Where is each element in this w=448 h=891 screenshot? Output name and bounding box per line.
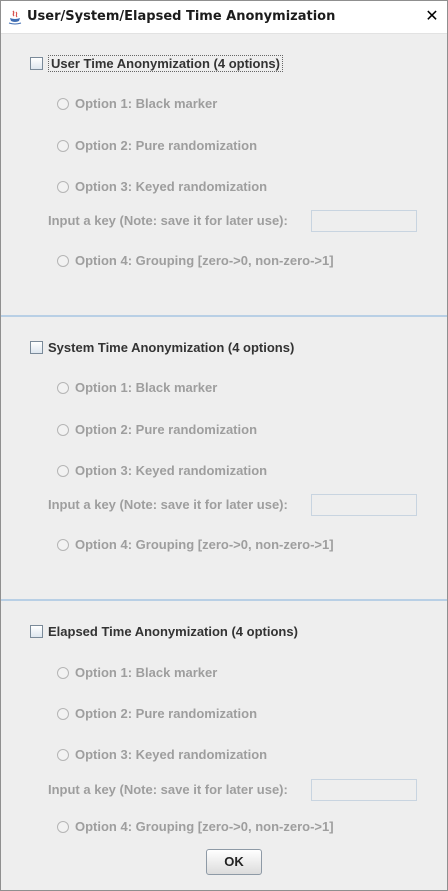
elapsed-key-row: Input a key (Note: save it for later use… [48,782,288,797]
title-bar[interactable]: User/System/Elapsed Time Anonymization ✕ [1,1,447,34]
system-option-2[interactable]: Option 2: Pure randomization [57,422,257,437]
radio-icon[interactable] [57,381,69,394]
section-divider [1,599,447,601]
elapsed-option-3[interactable]: Option 3: Keyed randomization [57,747,267,762]
system-option-4[interactable]: Option 4: Grouping [zero->0, non-zero->1… [57,537,334,552]
radio-label: Option 1: Black marker [75,380,218,395]
radio-label: Option 4: Grouping [zero->0, non-zero->1… [75,253,334,268]
radio-icon[interactable] [57,538,69,551]
radio-label: Option 2: Pure randomization [75,706,258,721]
system-key-label: Input a key (Note: save it for later use… [48,497,288,512]
radio-icon[interactable] [57,180,69,193]
system-time-checkbox-label: System Time Anonymization (4 options) [48,340,295,355]
elapsed-option-2[interactable]: Option 2: Pure randomization [57,706,257,721]
user-key-input[interactable] [311,210,417,232]
elapsed-option-1[interactable]: Option 1: Black marker [57,665,217,680]
radio-icon[interactable] [57,666,69,679]
window-title: User/System/Elapsed Time Anonymization [27,9,336,24]
radio-label: Option 4: Grouping [zero->0, non-zero->1… [75,537,334,552]
user-option-2[interactable]: Option 2: Pure randomization [57,138,257,153]
radio-icon[interactable] [57,97,69,110]
user-option-3[interactable]: Option 3: Keyed randomization [57,179,267,194]
radio-label: Option 2: Pure randomization [75,422,258,437]
radio-label: Option 3: Keyed randomization [75,179,268,194]
radio-label: Option 1: Black marker [75,96,218,111]
radio-label: Option 3: Keyed randomization [75,747,268,762]
ok-button[interactable]: OK [206,849,262,875]
user-time-checkbox[interactable] [30,57,43,70]
elapsed-time-checkbox[interactable] [30,625,43,638]
elapsed-time-checkbox-row[interactable]: Elapsed Time Anonymization (4 options) [30,624,298,639]
user-key-row: Input a key (Note: save it for later use… [48,213,288,228]
system-time-checkbox-row[interactable]: System Time Anonymization (4 options) [30,340,294,355]
user-time-checkbox-label: User Time Anonymization (4 options) [48,55,283,72]
elapsed-option-4[interactable]: Option 4: Grouping [zero->0, non-zero->1… [57,819,334,834]
radio-icon[interactable] [57,423,69,436]
radio-icon[interactable] [57,707,69,720]
system-time-checkbox[interactable] [30,341,43,354]
radio-label: Option 1: Black marker [75,665,218,680]
elapsed-key-input[interactable] [311,779,417,801]
section-divider [1,315,447,317]
radio-icon[interactable] [57,254,69,267]
user-option-1[interactable]: Option 1: Black marker [57,96,217,111]
close-icon: ✕ [425,6,439,25]
radio-label: Option 3: Keyed randomization [75,463,268,478]
user-time-checkbox-row[interactable]: User Time Anonymization (4 options) [30,55,283,72]
radio-icon[interactable] [57,139,69,152]
close-button[interactable]: ✕ [423,7,441,25]
elapsed-key-label: Input a key (Note: save it for later use… [48,782,288,797]
elapsed-time-checkbox-label: Elapsed Time Anonymization (4 options) [48,624,298,639]
radio-label: Option 2: Pure randomization [75,138,258,153]
radio-icon[interactable] [57,464,69,477]
radio-label: Option 4: Grouping [zero->0, non-zero->1… [75,819,334,834]
dialog-window: User/System/Elapsed Time Anonymization ✕… [0,0,448,891]
radio-icon[interactable] [57,820,69,833]
system-option-3[interactable]: Option 3: Keyed randomization [57,463,267,478]
system-option-1[interactable]: Option 1: Black marker [57,380,217,395]
radio-icon[interactable] [57,748,69,761]
user-option-4[interactable]: Option 4: Grouping [zero->0, non-zero->1… [57,253,334,268]
java-icon [8,10,22,25]
system-key-input[interactable] [311,494,417,516]
system-key-row: Input a key (Note: save it for later use… [48,497,288,512]
user-key-label: Input a key (Note: save it for later use… [48,213,288,228]
